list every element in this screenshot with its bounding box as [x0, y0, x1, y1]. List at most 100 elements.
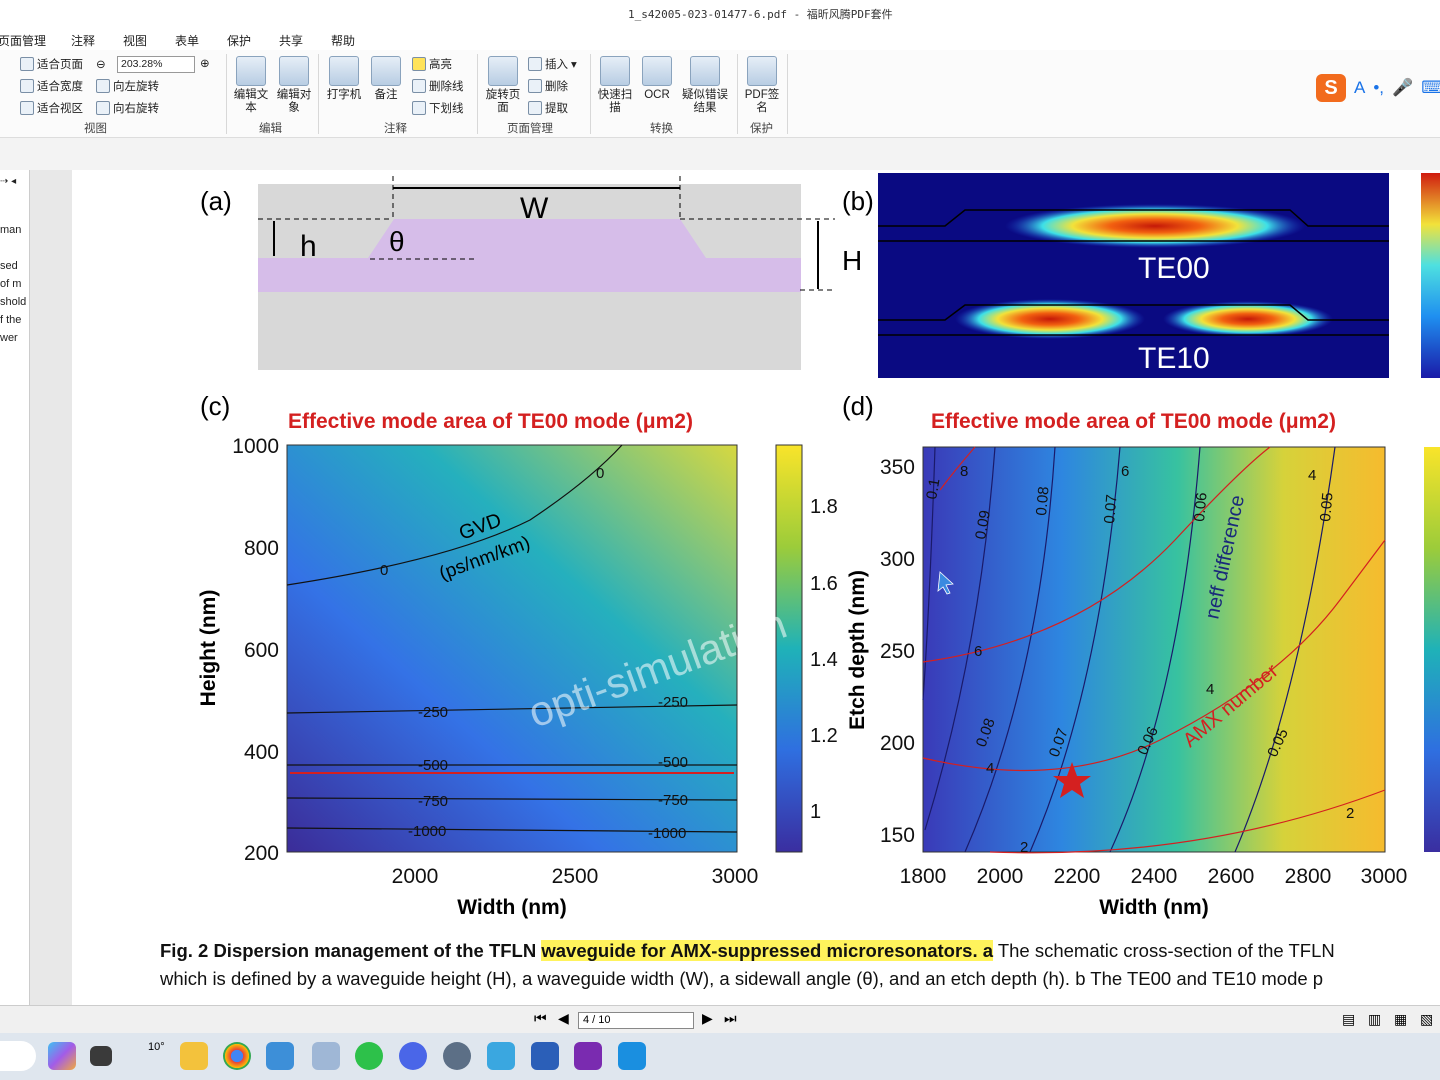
x-tick-label: 2800 — [1285, 865, 1332, 888]
x-tick-label: 2500 — [552, 865, 599, 888]
fit-visible-button[interactable]: 适合视区 — [20, 100, 83, 116]
snippet-text: f the — [0, 314, 22, 326]
extract-page-button[interactable]: 提取 — [528, 100, 568, 116]
side-panel: ⇢ ◂ man sed of m shold f the wer — [0, 170, 30, 1005]
menu-share[interactable]: 共享 — [279, 32, 303, 49]
menu-bar: 页面管理 注释 视图 表单 保护 共享 帮助 — [0, 28, 1440, 50]
x-tick-label: 2000 — [977, 865, 1024, 888]
ime-punct-icon[interactable]: •, — [1373, 78, 1384, 98]
window-title: 1_s42005-023-01477-6.pdf - 福昕风腾PDF套件 — [628, 8, 893, 21]
note-button[interactable]: 备注 — [364, 56, 408, 102]
menu-form[interactable]: 表单 — [175, 32, 199, 49]
zoom-out-icon[interactable]: ⊖ — [96, 57, 106, 71]
amx-label: 6 — [1121, 463, 1129, 480]
group-label-annotate: 注释 — [384, 123, 407, 135]
amx-label: 4 — [986, 760, 994, 777]
delete-page-button[interactable]: 删除 — [528, 78, 568, 94]
toolbar-strip — [0, 138, 1440, 170]
x-tick-label: 2000 — [392, 865, 439, 888]
first-page-icon[interactable]: ⏮ — [534, 1010, 547, 1027]
scan-icon — [600, 56, 630, 86]
highlight-button[interactable]: 高亮 — [412, 56, 452, 72]
menu-view[interactable]: 视图 — [123, 32, 147, 49]
rotate-page-button[interactable]: 旋转页面 — [481, 56, 525, 115]
cover-view-icon[interactable]: ▧ — [1420, 1011, 1433, 1028]
rotate-left-button[interactable]: 向左旋转 — [96, 78, 159, 94]
menu-annotate[interactable]: 注释 — [71, 32, 95, 49]
fit-width-icon — [20, 79, 34, 93]
title-bar: 1_s42005-023-01477-6.pdf - 福昕风腾PDF套件 — [0, 0, 1440, 28]
copilot-icon[interactable] — [48, 1042, 76, 1070]
figure-2: (a) W h θ H (b) TE00 TE10 (c) Effective … — [197, 173, 1440, 919]
neff-label: 0.07 — [1101, 494, 1120, 525]
strikeout-button[interactable]: 删除线 — [412, 78, 464, 94]
pdf-sign-button[interactable]: PDF签名 — [740, 56, 784, 115]
pdf-page[interactable]: (a) W h θ H (b) TE00 TE10 (c) Effective … — [72, 170, 1440, 1005]
settings-gear-icon[interactable] — [443, 1042, 471, 1070]
chrome-icon[interactable] — [223, 1042, 251, 1070]
app-icon[interactable] — [312, 1042, 340, 1070]
menu-help[interactable]: 帮助 — [331, 32, 355, 49]
facing-view-icon[interactable]: ▦ — [1394, 1011, 1407, 1028]
keyboard-icon[interactable]: ⌨ — [1421, 78, 1440, 98]
jet-colorbar — [1421, 173, 1440, 378]
wechat-icon[interactable] — [355, 1042, 383, 1070]
next-page-icon[interactable]: ▶ — [702, 1010, 713, 1027]
chart-c-ylabel: Height (nm) — [197, 590, 220, 707]
file-explorer-icon[interactable] — [180, 1042, 208, 1070]
edit-text-button[interactable]: 编辑文本 — [229, 56, 273, 115]
edit-object-icon — [279, 56, 309, 86]
underline-icon — [412, 101, 426, 115]
page-number-input[interactable]: 4 / 10 — [578, 1012, 694, 1029]
chart-c-colorbar — [775, 444, 803, 853]
document-gutter — [30, 170, 72, 1005]
insert-icon — [528, 57, 542, 71]
menu-page-management[interactable]: 页面管理 — [0, 32, 46, 49]
amx-label: 6 — [974, 643, 982, 660]
W-label: W — [520, 192, 549, 225]
x-tick-label: 2200 — [1054, 865, 1101, 888]
y-tick-label: 200 — [880, 732, 915, 755]
app-icon[interactable] — [487, 1042, 515, 1070]
typewriter-button[interactable]: 打字机 — [322, 56, 366, 102]
browser-icon[interactable] — [399, 1042, 427, 1070]
amx-label: 4 — [1308, 467, 1316, 484]
insert-page-button[interactable]: 插入 ▾ — [528, 56, 577, 72]
underline-button[interactable]: 下划线 — [412, 100, 464, 116]
panel-toggle-icon[interactable]: ⇢ ◂ — [0, 176, 16, 187]
chart-d-plot-area — [922, 446, 1386, 853]
ocr-button[interactable]: OCR — [635, 56, 679, 102]
app-icon[interactable] — [618, 1042, 646, 1070]
remote-desktop-icon[interactable] — [266, 1042, 294, 1070]
fit-page-button[interactable]: 适合页面 — [20, 56, 83, 72]
quick-scan-button[interactable]: 快速扫描 — [593, 56, 637, 115]
contour-label: -1000 — [648, 825, 686, 842]
amx-label: 4 — [1206, 681, 1214, 698]
sogou-logo-icon[interactable]: S — [1316, 74, 1346, 102]
word-icon[interactable] — [531, 1042, 559, 1070]
search-pill[interactable] — [0, 1041, 36, 1071]
colorbar-tick: 1 — [810, 801, 821, 823]
rotate-left-icon — [96, 79, 110, 93]
microphone-icon[interactable]: 🎤 — [1392, 78, 1413, 98]
continuous-view-icon[interactable]: ▥ — [1368, 1011, 1381, 1028]
prev-page-icon[interactable]: ◀ — [558, 1010, 569, 1027]
colorbar-tick: 1.8 — [810, 496, 838, 518]
suspect-results-button[interactable]: 疑似错误结果 — [680, 56, 730, 115]
zoom-input[interactable]: 203.28% — [117, 56, 195, 73]
edit-object-button[interactable]: 编辑对象 — [272, 56, 316, 115]
y-tick-label: 300 — [880, 548, 915, 571]
weather-temp[interactable]: 10° — [148, 1041, 165, 1053]
rotate-right-button[interactable]: 向右旋转 — [96, 100, 159, 116]
pdf-editor-icon[interactable] — [574, 1042, 602, 1070]
task-view-icon[interactable] — [90, 1046, 112, 1066]
last-page-icon[interactable]: ⏭ — [724, 1010, 737, 1027]
fit-width-button[interactable]: 适合宽度 — [20, 78, 83, 94]
ime-letter-icon[interactable]: A — [1354, 78, 1365, 98]
menu-protect[interactable]: 保护 — [227, 32, 251, 49]
zoom-in-icon[interactable]: ⊕ — [200, 56, 210, 70]
contour-label: 0 — [380, 562, 388, 579]
status-bar: ⏮ ◀ 4 / 10 ▶ ⏭ ▤ ▥ ▦ ▧ — [0, 1005, 1440, 1033]
single-page-view-icon[interactable]: ▤ — [1342, 1011, 1355, 1028]
neff-label: 0.1 — [923, 477, 943, 500]
